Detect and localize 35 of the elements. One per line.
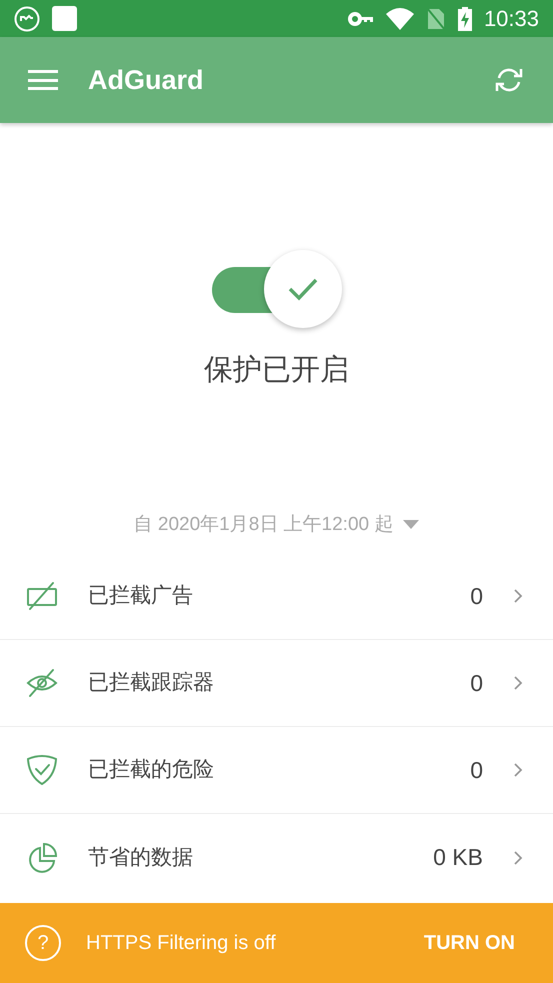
stat-label: 已拦截的危险: [88, 757, 215, 784]
stat-row[interactable]: 节省的数据 0 KB: [0, 814, 553, 901]
chevron-right-icon: [513, 850, 523, 866]
stat-label: 节省的数据: [88, 844, 194, 871]
stat-value: 0: [470, 756, 483, 785]
app-notification-icon: [14, 6, 40, 32]
stat-value: 0 KB: [433, 843, 483, 872]
stat-row[interactable]: 已拦截跟踪器 0: [0, 640, 553, 727]
protection-status: 保护已开启: [204, 353, 349, 388]
stat-label: 已拦截跟踪器: [88, 670, 215, 696]
menu-icon[interactable]: [28, 70, 58, 90]
banner-text: HTTPS Filtering is off: [86, 931, 277, 956]
chevron-right-icon: [513, 675, 523, 691]
dropdown-caret-icon: [403, 520, 420, 530]
no-sim-icon: [426, 6, 446, 30]
check-icon: [286, 276, 318, 302]
key-icon: [348, 12, 374, 26]
square-notification-icon: [52, 6, 77, 31]
battery-charging-icon: [458, 6, 472, 30]
pie-chart-icon: [26, 842, 58, 874]
crossed-screen-icon: [26, 581, 58, 611]
stat-label: 已拦截广告: [88, 583, 194, 610]
chevron-right-icon: [513, 762, 523, 778]
wifi-icon: [386, 8, 414, 30]
clock-time: 10:33: [484, 5, 539, 33]
stat-value: 0: [470, 582, 483, 611]
chevron-right-icon: [513, 588, 523, 604]
stat-row[interactable]: 已拦截广告 0: [0, 553, 553, 640]
crossed-eye-icon: [26, 668, 58, 698]
app-title: AdGuard: [88, 64, 205, 97]
stat-value: 0: [470, 668, 483, 698]
shield-check-icon: [26, 754, 58, 786]
protection-toggle[interactable]: [212, 247, 342, 327]
help-icon: ?: [25, 925, 61, 961]
stat-row[interactable]: 已拦截的危险 0: [0, 727, 553, 814]
